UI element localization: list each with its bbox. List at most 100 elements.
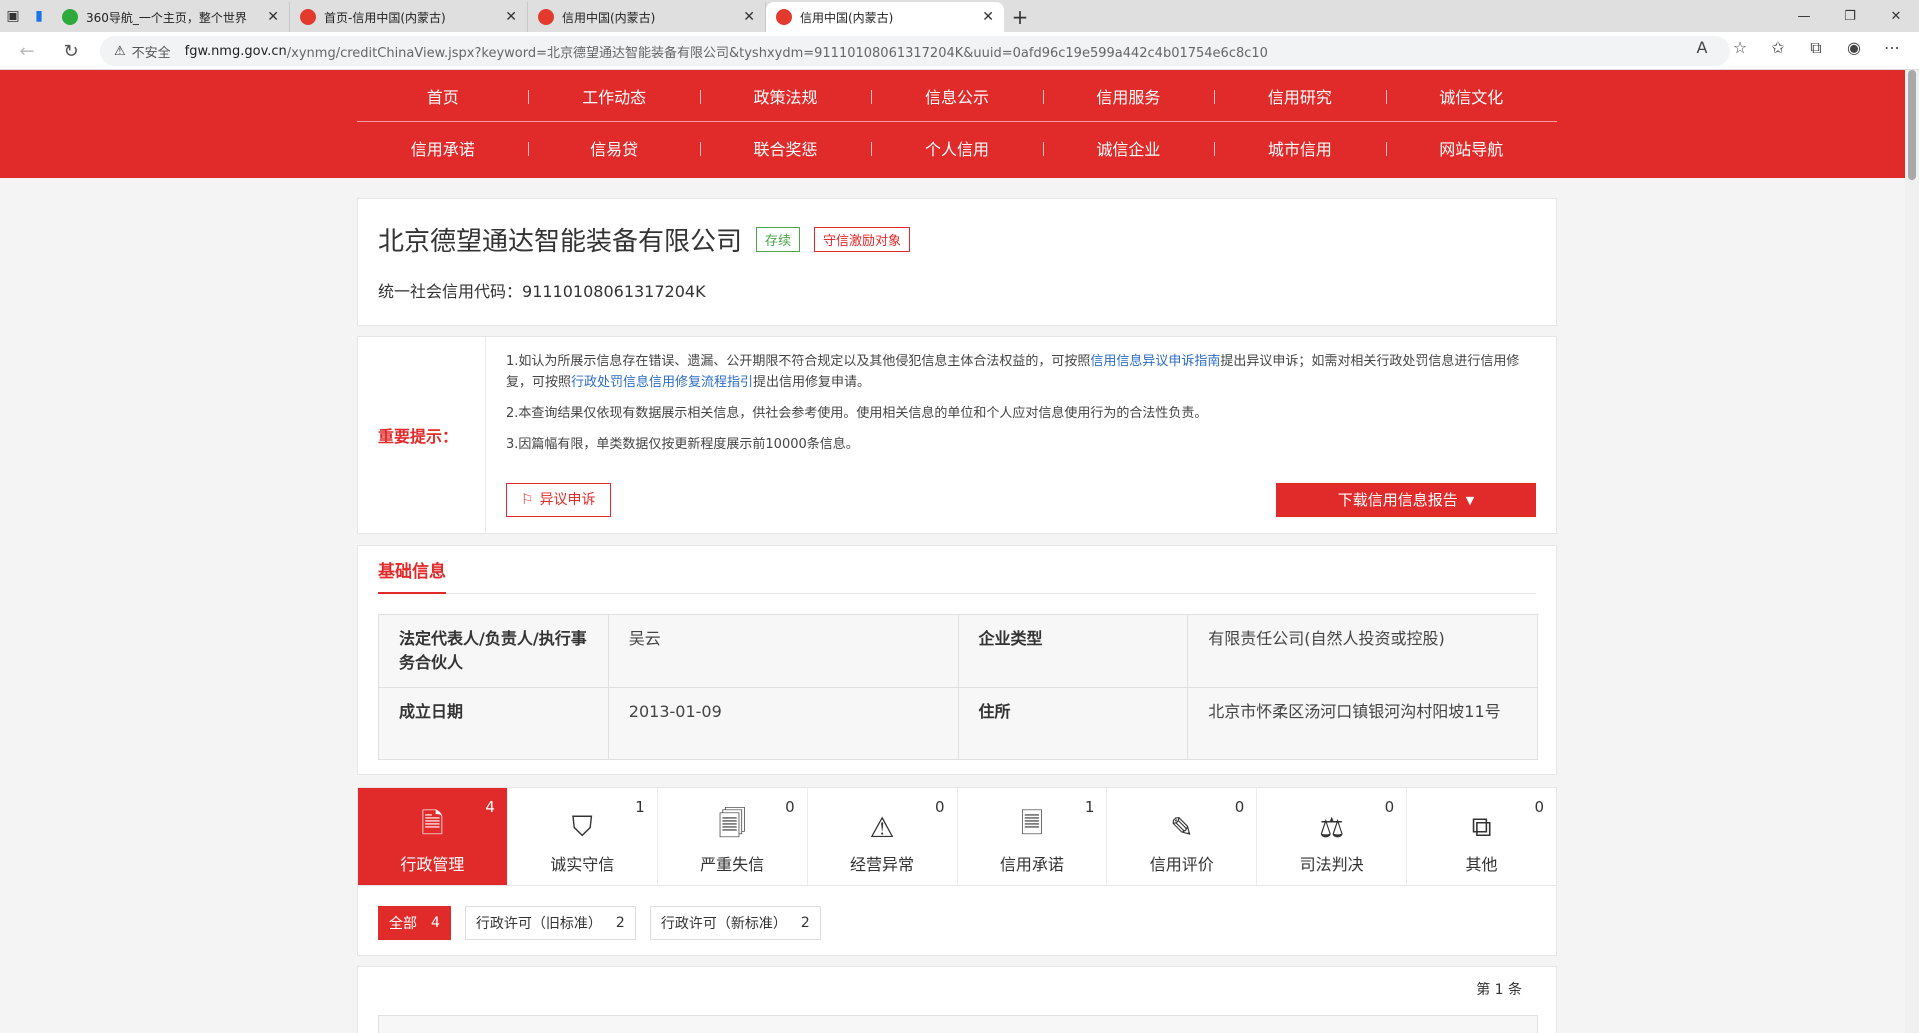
page-scrollbar[interactable]: [1905, 70, 1919, 1033]
nav-item[interactable]: 诚信企业: [1042, 122, 1214, 174]
section-title: 基础信息: [378, 557, 446, 594]
close-window-icon[interactable]: ✕: [1873, 0, 1919, 32]
category-label: 信用评价: [1149, 855, 1214, 874]
notice-line-3: 3.因篇幅有限，单类数据仅按更新程度展示前10000条信息。: [506, 437, 859, 452]
scrollbar-thumb[interactable]: [1908, 70, 1916, 180]
field-value: 北京市怀柔区汤河口镇银河沟村阳坡11号: [1187, 687, 1538, 760]
insecure-label: 不安全: [131, 45, 171, 61]
category-tab-dishonest[interactable]: 0 🗐 严重失信: [658, 788, 808, 885]
notice-body: 1.如认为所展示信息存在错误、遗漏、公开期限不符合规定以及其他侵犯信息主体合法权…: [486, 337, 1556, 533]
records-panel: 第 1 条: [357, 966, 1557, 1033]
tab-title: 信用中国(内蒙古): [800, 10, 894, 25]
chip-count: 4: [431, 915, 440, 931]
field-label: 住所: [957, 687, 1189, 760]
credit-code-row: 统一社会信用代码：91110108061317204K: [378, 278, 1536, 302]
chip-count: 2: [615, 915, 625, 931]
profile-avatar-icon[interactable]: ◉: [1841, 38, 1867, 58]
minimize-icon[interactable]: —: [1781, 0, 1827, 32]
category-tab-other[interactable]: 0 ⧉ 其他: [1407, 788, 1556, 885]
vertical-tabs-icon[interactable]: ▮: [26, 0, 52, 32]
nav-item[interactable]: 信用研究: [1214, 70, 1385, 121]
category-count: 0: [1384, 798, 1395, 816]
category-tab-honest[interactable]: 1 ⛉ 诚实守信: [508, 788, 658, 885]
tab-title: 360导航_一个主页，整个世界: [86, 10, 247, 25]
evaluation-edit-icon: ✎: [1170, 810, 1194, 844]
chip-count: 2: [800, 915, 810, 931]
restore-icon[interactable]: ❐: [1827, 0, 1873, 32]
category-label: 信用承诺: [999, 855, 1064, 874]
back-button[interactable]: ←: [8, 35, 46, 67]
category-tab-judicial[interactable]: 0 ⚖ 司法判决: [1257, 788, 1408, 885]
nav-item[interactable]: 工作动态: [528, 70, 699, 121]
record-page-info: 第 1 条: [1476, 982, 1522, 998]
read-aloud-icon[interactable]: A: [1689, 38, 1715, 58]
nav-item[interactable]: 信易贷: [528, 122, 699, 174]
company-name: 北京德望通达智能装备有限公司: [378, 227, 743, 257]
nav-item[interactable]: 信息公示: [871, 70, 1042, 121]
field-value: 2013-01-09: [607, 687, 959, 760]
credit-code-label: 统一社会信用代码：: [378, 282, 523, 301]
document-person-icon: 🗎: [421, 807, 444, 840]
category-count: 0: [1234, 798, 1245, 816]
url-field[interactable]: ⚠ 不安全 fgw.nmg.gov.cn /xynmg/creditChinaV…: [100, 36, 1730, 66]
browser-tab[interactable]: 首页-信用中国(内蒙古) ✕: [290, 2, 528, 32]
tab-close-icon[interactable]: ✕: [505, 9, 517, 25]
nav-item[interactable]: 首页: [357, 70, 528, 121]
download-report-button[interactable]: 下载信用信息报告 ▼: [1276, 483, 1536, 517]
tab-close-icon[interactable]: ✕: [267, 9, 279, 25]
browser-tab[interactable]: 360导航_一个主页，整个世界 ✕: [52, 2, 290, 32]
notice-text: 1.如认为所展示信息存在错误、遗漏、公开期限不符合规定以及其他侵犯信息主体合法权…: [506, 354, 1091, 369]
category-count: 0: [934, 798, 945, 816]
other-files-icon: ⧉: [1471, 810, 1492, 843]
nav-item[interactable]: 城市信用: [1214, 122, 1385, 174]
filter-chips: 全部 4 行政许可（旧标准） 2 行政许可（新标准） 2: [357, 886, 1557, 956]
browser-tab[interactable]: 信用中国(内蒙古) ✕: [528, 2, 766, 32]
dishonest-list-icon: 🗐: [718, 807, 747, 840]
nav-item[interactable]: 联合奖惩: [699, 122, 871, 174]
category-count: 1: [1084, 798, 1095, 816]
tab-title: 首页-信用中国(内蒙古): [324, 10, 446, 25]
tab-close-icon[interactable]: ✕: [743, 9, 755, 25]
category-tab-evaluation[interactable]: 0 ✎ 信用评价: [1107, 788, 1258, 885]
more-menu-icon[interactable]: ⋯: [1879, 38, 1905, 58]
url-host: fgw.nmg.gov.cn: [184, 43, 287, 59]
category-tab-abnormal[interactable]: 0 ⚠ 经营异常: [808, 788, 958, 885]
tab-close-icon[interactable]: ✕: [982, 9, 994, 25]
add-favorite-icon[interactable]: ☆: [1727, 38, 1753, 58]
tab-actions-icon[interactable]: ▣: [0, 0, 26, 32]
browser-tab-active[interactable]: 信用中国(内蒙古) ✕: [766, 2, 1004, 32]
field-label: 企业类型: [957, 614, 1189, 688]
nav-item[interactable]: 信用服务: [1042, 70, 1214, 121]
collections-icon[interactable]: ⧉: [1803, 38, 1829, 58]
nav-item[interactable]: 网站导航: [1385, 122, 1557, 174]
record-row: [378, 1015, 1538, 1033]
site-navigation: 首页 工作动态 政策法规 信息公示 信用服务 信用研究 诚信文化 信用承诺 信易…: [0, 70, 1905, 178]
toolbar-icons: A ☆ ✩ ⧉ ◉ ⋯: [1689, 38, 1905, 58]
basic-info-table: 法定代表人/负责人/执行事务合伙人 吴云 企业类型 有限责任公司(自然人投资或控…: [378, 614, 1538, 760]
category-label: 严重失信: [700, 855, 765, 874]
objection-guide-link[interactable]: 信用信息异议申诉指南: [1090, 354, 1220, 369]
new-tab-button[interactable]: +: [1004, 2, 1036, 32]
filter-chip-all[interactable]: 全部 4: [378, 906, 451, 940]
category-tab-pledge[interactable]: 1 🗏 信用承诺: [958, 788, 1108, 885]
notice-line-1: 1.如认为所展示信息存在错误、遗漏、公开期限不符合规定以及其他侵犯信息主体合法权…: [506, 351, 1536, 393]
filter-chip-new-standard[interactable]: 行政许可（新标准） 2: [649, 906, 821, 940]
filter-chip-old-standard[interactable]: 行政许可（旧标准） 2: [464, 906, 636, 940]
url-path: /xynmg/creditChinaView.jspx?keyword=北京德望…: [286, 45, 1268, 61]
nav-item[interactable]: 政策法规: [699, 70, 871, 121]
favorites-icon[interactable]: ✩: [1765, 38, 1791, 58]
caret-down-icon: ▼: [1465, 493, 1475, 507]
window-controls: — ❐ ✕: [1781, 0, 1919, 32]
refresh-button[interactable]: ↻: [52, 35, 90, 67]
category-tab-admin[interactable]: 4 🗎 行政管理: [358, 788, 508, 885]
nav-item[interactable]: 信用承诺: [357, 122, 528, 174]
repair-guide-link[interactable]: 行政处罚信息信用修复流程指引: [571, 375, 753, 390]
honor-badge: 守信激励对象: [814, 227, 911, 252]
objection-button[interactable]: ⚐ 异议申诉: [506, 483, 611, 517]
nav-item[interactable]: 诚信文化: [1385, 70, 1557, 121]
important-notice-panel: 重要提示： 1.如认为所展示信息存在错误、遗漏、公开期限不符合规定以及其他侵犯信…: [357, 336, 1557, 534]
nav-item[interactable]: 个人信用: [871, 122, 1042, 174]
tab-favicon-icon: [300, 9, 316, 25]
credit-code-value: 91110108061317204K: [522, 282, 706, 301]
category-label: 经营异常: [850, 855, 915, 874]
